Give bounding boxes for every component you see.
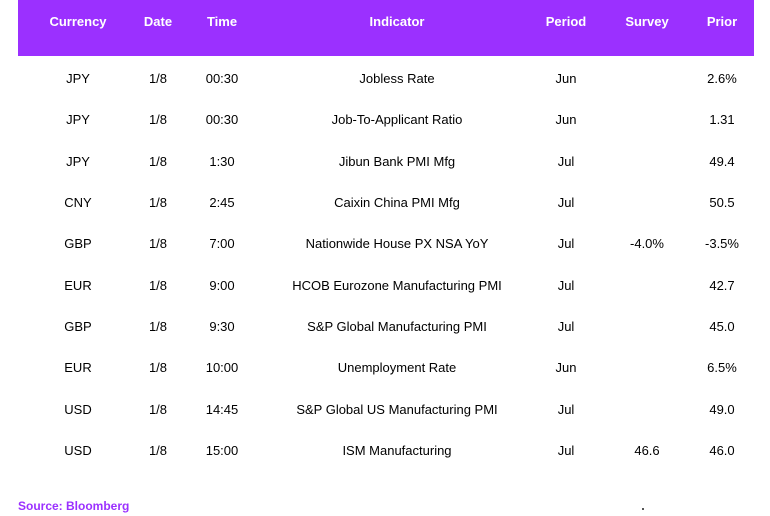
cell-time: 00:30 [205, 71, 239, 87]
cell-prior: 46.0 [709, 442, 735, 458]
cell-date: 1/8 [148, 401, 168, 417]
cell-date: 1/8 [148, 318, 168, 334]
cell-survey: -4.0% [630, 236, 664, 252]
cell-prior: 49.4 [709, 153, 735, 169]
cell-indicator: HCOB Eurozone Manufacturing PMI [292, 277, 502, 293]
table-row: JPY 1/8 00:30 Jobless Rate Jun 2.6% [18, 58, 754, 99]
cell-currency: USD [64, 401, 92, 417]
cell-date: 1/8 [148, 277, 168, 293]
cell-time: 9:30 [209, 318, 235, 334]
cell-period: Jul [557, 153, 575, 169]
header-survey: Survey [625, 14, 669, 29]
cell-prior: 6.5% [707, 360, 737, 376]
cell-time: 14:45 [205, 401, 239, 417]
economic-calendar-table: Currency Date Time Indicator Period Surv… [18, 0, 754, 471]
cell-currency: JPY [66, 71, 90, 87]
source-note: Source: Bloomberg [18, 499, 130, 513]
cell-time: 00:30 [205, 112, 239, 128]
table-row: USD 1/8 14:45 S&P Global US Manufacturing P… [18, 388, 754, 429]
cell-date: 1/8 [148, 360, 168, 376]
cell-prior: 1.31 [709, 112, 735, 128]
cell-period: Jul [557, 401, 575, 417]
cell-period: Jul [557, 195, 575, 211]
table-row: EUR 1/8 10:00 Unemployment Rate Jun 6.5% [18, 347, 754, 388]
cell-currency: JPY [66, 153, 90, 169]
cell-prior: 42.7 [709, 277, 735, 293]
table-row: GBP 1/8 7:00 Nationwide House PX NSA YoY Jul… [18, 223, 754, 264]
cell-period: Jun [555, 360, 577, 376]
table-row: JPY 1/8 1:30 Jibun Bank PMI Mfg Jul 49.4 [18, 141, 754, 182]
cell-date: 1/8 [148, 195, 168, 211]
cell-period: Jun [555, 112, 577, 128]
cell-prior: 50.5 [709, 195, 735, 211]
cell-time: 9:00 [209, 277, 235, 293]
cell-period: Jun [555, 71, 577, 87]
cell-prior: 49.0 [709, 401, 735, 417]
cell-currency: GBP [64, 236, 92, 252]
cell-date: 1/8 [148, 153, 168, 169]
cell-currency: GBP [64, 318, 92, 334]
cell-indicator: Caixin China PMI Mfg [334, 195, 460, 211]
table-body: JPY 1/8 00:30 Jobless Rate Jun 2.6% JPY 1/8 00:3… [18, 56, 754, 471]
header-period: Period [545, 14, 587, 29]
cell-currency: JPY [66, 112, 90, 128]
cell-date: 1/8 [148, 71, 168, 87]
cell-indicator: Jobless Rate [359, 71, 435, 87]
header-time: Time [206, 14, 238, 29]
cell-period: Jul [557, 236, 575, 252]
cell-date: 1/8 [148, 442, 168, 458]
header-indicator: Indicator [369, 14, 425, 29]
cell-time: 2:45 [209, 195, 235, 211]
cell-period: Jul [557, 318, 575, 334]
cell-currency: USD [64, 442, 92, 458]
cell-indicator: Jibun Bank PMI Mfg [338, 153, 456, 169]
header-currency: Currency [49, 14, 107, 29]
table-row: CNY 1/8 2:45 Caixin China PMI Mfg Jul 50.5 [18, 182, 754, 223]
cell-time: 7:00 [209, 236, 235, 252]
cell-indicator: S&P Global Manufacturing PMI [307, 318, 487, 334]
cell-currency: CNY [64, 195, 92, 211]
table-row: EUR 1/8 9:00 HCOB Eurozone Manufacturing PM… [18, 264, 754, 305]
header-prior: Prior [706, 14, 738, 29]
table-row: JPY 1/8 00:30 Job-To-Applicant Ratio Jun 1.31 [18, 99, 754, 140]
cell-period: Jul [557, 442, 575, 458]
cell-time: 1:30 [209, 153, 235, 169]
cell-indicator: S&P Global US Manufacturing PMI [296, 401, 498, 417]
cell-prior: -3.5% [705, 236, 739, 252]
table-row: USD 1/8 15:00 ISM Manufacturing Jul 46.6 46.0 [18, 430, 754, 471]
cell-currency: EUR [64, 277, 92, 293]
cell-survey: 46.6 [634, 442, 660, 458]
cell-time: 10:00 [205, 360, 239, 376]
cell-currency: EUR [64, 360, 92, 376]
cell-date: 1/8 [148, 236, 168, 252]
header-date: Date [143, 14, 173, 29]
cell-indicator: Unemployment Rate [337, 360, 457, 376]
table-header: Currency Date Time Indicator Period Surv… [18, 0, 754, 56]
table-row: GBP 1/8 9:30 S&P Global Manufacturing PMI Ju… [18, 306, 754, 347]
cell-prior: 2.6% [707, 71, 737, 87]
cell-period: Jul [557, 277, 575, 293]
cell-prior: 45.0 [709, 318, 735, 334]
stray-dot [642, 508, 644, 510]
cell-time: 15:00 [205, 442, 239, 458]
cell-indicator: ISM Manufacturing [342, 442, 452, 458]
cell-indicator: Nationwide House PX NSA YoY [305, 236, 489, 252]
cell-date: 1/8 [148, 112, 168, 128]
cell-indicator: Job-To-Applicant Ratio [331, 112, 463, 128]
